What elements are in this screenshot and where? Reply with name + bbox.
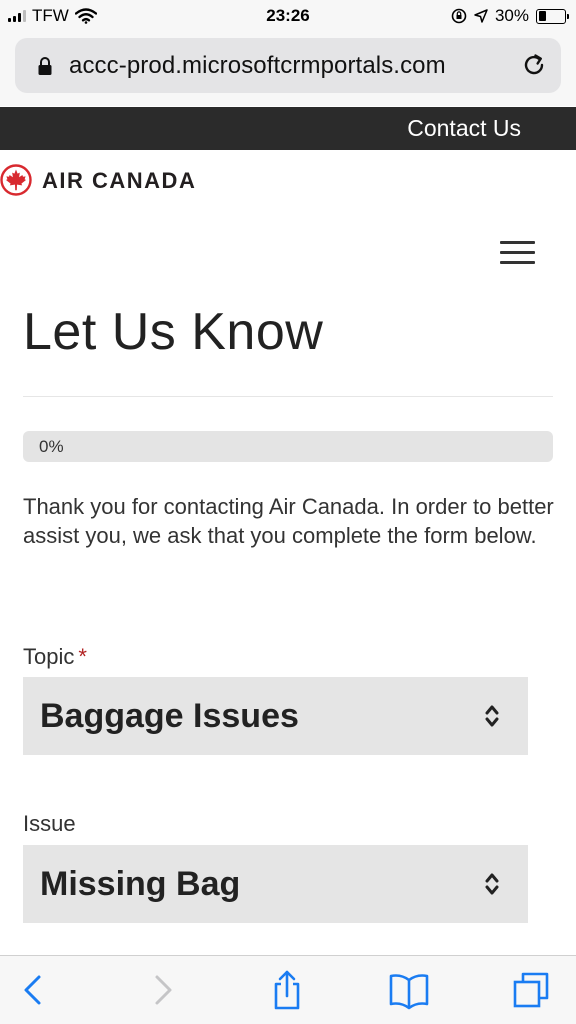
air-canada-logo[interactable]: AIR CANADA: [0, 160, 300, 200]
brand-wordmark: AIR CANADA: [42, 168, 197, 193]
title-divider: [23, 396, 553, 397]
forward-icon[interactable]: [142, 970, 182, 1010]
required-marker: *: [78, 644, 87, 669]
status-right: 30%: [451, 6, 569, 26]
page-title: Let Us Know: [23, 303, 324, 361]
battery-percent: 30%: [494, 6, 529, 25]
issue-select-value: Missing Bag: [40, 865, 241, 903]
topic-label-text: Topic: [23, 644, 75, 669]
back-icon[interactable]: [14, 970, 54, 1010]
battery-icon: [536, 8, 569, 24]
menu-hamburger-icon[interactable]: [500, 241, 536, 265]
issue-label-text: Issue: [23, 811, 76, 836]
maple-leaf-roundel-icon: [0, 164, 32, 196]
share-icon[interactable]: [267, 970, 307, 1010]
top-utility-bar: Contact Us: [0, 107, 576, 150]
address-bar[interactable]: accc-prod.microsoftcrmportals.com: [15, 38, 561, 93]
topic-select[interactable]: Baggage Issues: [23, 677, 528, 755]
reload-icon[interactable]: [521, 52, 547, 78]
browser-address-area: accc-prod.microsoftcrmportals.com: [0, 34, 576, 106]
status-bar: TFW 23:26 30%: [0, 0, 576, 34]
browser-toolbar: [0, 955, 576, 1024]
select-arrows-icon: [485, 873, 499, 895]
location-icon: [474, 9, 488, 23]
contact-us-link[interactable]: Contact Us: [407, 115, 521, 142]
url-text[interactable]: accc-prod.microsoftcrmportals.com: [69, 52, 446, 80]
issue-select[interactable]: Missing Bag: [23, 845, 528, 923]
intro-text: Thank you for contacting Air Canada. In …: [23, 494, 554, 548]
bookmarks-icon[interactable]: [389, 970, 429, 1010]
lock-icon: [38, 57, 52, 75]
orientation-lock-icon: [451, 8, 467, 24]
select-arrows-icon: [485, 705, 499, 727]
topic-select-value: Baggage Issues: [40, 697, 299, 735]
tabs-icon[interactable]: [511, 970, 551, 1010]
progress-bar: 0%: [23, 431, 553, 462]
progress-label: 0%: [39, 437, 64, 456]
topic-label: Topic *: [23, 644, 87, 670]
issue-label: Issue: [23, 811, 76, 837]
